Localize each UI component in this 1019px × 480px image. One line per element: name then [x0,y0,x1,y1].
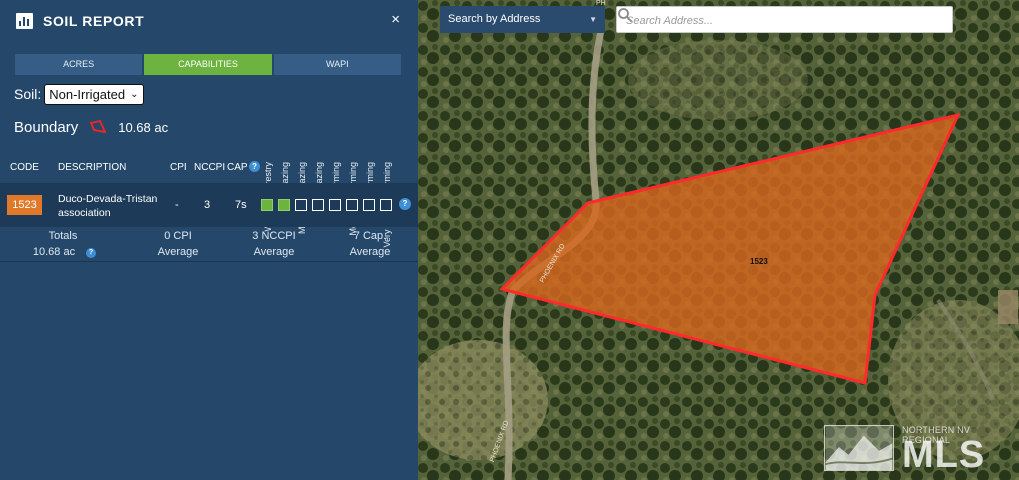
totals-section: Totals 10.68 ac 0 CPI Average 3 NCCPI Av… [0,227,418,262]
cap-header-limited-farming: Limited Farming [330,78,344,227]
row-cap: 7s [235,199,247,211]
cap-header-limited-grazing: Limited Grazing [279,78,293,225]
totals-nccpi-sub: Average [253,246,295,258]
capability-box [363,199,375,211]
map-imagery [418,0,1019,480]
totals-cpi-sub: Average [157,246,199,258]
search-input[interactable] [626,11,916,30]
report-tabs: ACRES CAPABILITIES WAPI [15,54,401,75]
cap-info-icon[interactable]: ? [249,161,260,172]
search-box [616,6,953,33]
totals-label: Totals [48,230,78,242]
row-nccpi: 3 [204,199,211,211]
cap-header-moderate-grazing: Moderate Grazing [296,78,310,234]
soil-label: Soil: [14,86,42,102]
soil-code-badge[interactable]: 1523 [7,195,42,215]
capability-box [329,199,341,211]
logo-text-big: MLS [902,434,986,476]
column-header-code: CODE [10,162,39,173]
cap-header-intense-farming: Intense Farming [364,78,378,227]
tab-wapi[interactable]: WAPI [273,54,401,75]
soil-report-panel: SOIL REPORT × ACRES CAPABILITIES WAPI So… [0,0,418,480]
soil-description: Duco-Devada-Tristan association [58,193,158,219]
parcel-label: 1523 [750,257,768,266]
boundary-row: Boundary 10.68 ac [14,116,168,138]
totals-info-icon[interactable]: ? [86,248,96,258]
row-info-icon[interactable]: ? [399,198,411,210]
chevron-down-icon: ▼ [589,15,597,24]
column-header-nccpi: NCCPI [194,162,226,173]
mls-logo: NORTHERN NV REGIONAL MLS [824,425,1014,476]
capability-box [295,199,307,211]
capability-box [380,199,392,211]
close-button[interactable]: × [391,10,400,30]
satellite-map[interactable]: Search by Address ▼ 1523 PHOENIX RD PHOE… [418,0,1019,480]
capability-box [346,199,358,211]
cap-header-very-intense-farming: Very Intense Farming [381,78,395,248]
totals-cap: 7 Cap. [353,230,387,242]
column-header-description: DESCRIPTION [58,162,127,173]
road-label: PH [596,0,606,7]
capability-box [278,199,290,211]
tab-capabilities[interactable]: CAPABILITIES [144,54,272,75]
capability-box [312,199,324,211]
capability-box [261,199,273,211]
chevron-down-icon: ⌄ [130,88,139,100]
totals-cap-sub: Average [349,246,391,258]
cap-header-moderate-farming: Moderate Farming [347,78,361,236]
panel-header: SOIL REPORT × [0,0,418,42]
search-type-label: Search by Address [448,13,541,25]
tab-acres[interactable]: ACRES [15,54,143,75]
panel-title: SOIL REPORT [43,13,145,29]
search-type-dropdown[interactable]: Search by Address ▼ [440,6,605,33]
column-header-cpi: CPI [170,162,187,173]
totals-cpi: 0 CPI [164,230,192,242]
column-header-cap: CAP [227,162,248,173]
cap-header-intense-grazing: Intense Grazing [313,78,327,226]
cap-header-wildlife-forestry: Wildlife / Forestry [262,78,276,232]
mountain-logo-icon [824,425,894,471]
search-icon[interactable] [617,7,633,23]
row-cpi: - [175,199,179,211]
totals-nccpi: 3 NCCPI [252,230,296,242]
boundary-acres: 10.68 ac [118,119,169,135]
soil-type-select[interactable]: Non-Irrigated ⌄ [44,83,144,105]
bar-chart-icon [16,13,33,29]
boundary-label: Boundary [14,118,79,136]
soil-select-value: Non-Irrigated [49,86,126,102]
soil-selector-row: Soil: Non-Irrigated ⌄ [14,83,144,105]
polygon-icon [90,119,107,134]
